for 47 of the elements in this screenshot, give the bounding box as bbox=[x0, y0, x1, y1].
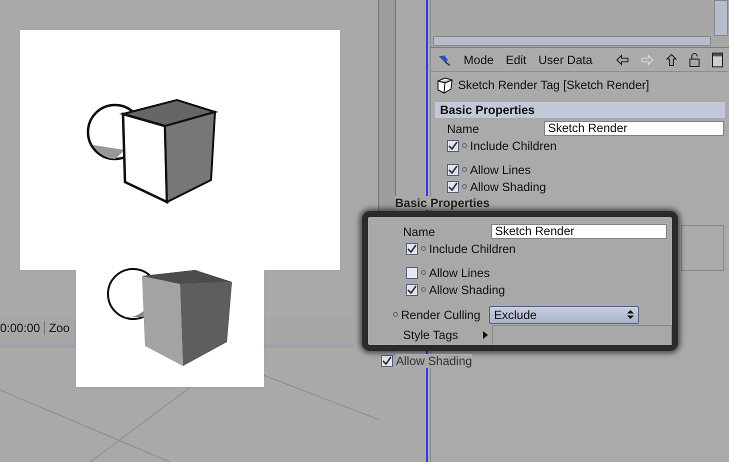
tag-title: Sketch Render Tag [Sketch Render] bbox=[458, 78, 650, 92]
style-tags-label: Style Tags bbox=[403, 328, 460, 342]
checkbox[interactable] bbox=[381, 354, 393, 366]
checkbox[interactable] bbox=[406, 266, 418, 278]
menu-item[interactable]: Edit bbox=[506, 52, 526, 66]
checkbox[interactable] bbox=[406, 284, 418, 296]
keyframe-dot-icon[interactable] bbox=[393, 312, 398, 317]
pin-icon[interactable] bbox=[437, 52, 452, 66]
updown-caret-icon bbox=[627, 310, 634, 319]
horizontal-scrollbar[interactable] bbox=[433, 36, 711, 46]
window-icon[interactable] bbox=[712, 52, 723, 68]
section-header: Basic Properties bbox=[435, 102, 725, 118]
option-label: Allow Lines bbox=[470, 162, 531, 176]
expand-arrow-icon[interactable] bbox=[483, 330, 488, 338]
name-field[interactable]: Sketch Render bbox=[491, 224, 667, 239]
zoom-label: Zoo bbox=[49, 321, 70, 335]
option-label: Allow Shading bbox=[470, 180, 546, 194]
render-culling-label: Render Culling bbox=[401, 308, 482, 322]
cube-icon bbox=[436, 76, 454, 94]
keyframe-dot-icon[interactable] bbox=[421, 270, 426, 275]
section-header: Basic Properties bbox=[395, 196, 490, 210]
keyframe-dot-icon[interactable] bbox=[421, 287, 426, 292]
name-label: Name bbox=[403, 224, 436, 238]
culling-dropdown[interactable]: Exclude bbox=[489, 306, 639, 324]
checkbox[interactable] bbox=[447, 140, 459, 152]
style-tags-box bbox=[681, 225, 724, 271]
keyframe-dot-icon[interactable] bbox=[462, 167, 467, 172]
time-display: 0:00:00 bbox=[0, 321, 40, 335]
keyframe-dot-icon[interactable] bbox=[462, 143, 467, 148]
option-label: Include Children bbox=[429, 242, 516, 256]
checkbox[interactable] bbox=[447, 180, 459, 192]
menu-item[interactable]: Mode bbox=[464, 52, 494, 66]
keyframe-dot-icon[interactable] bbox=[421, 246, 426, 251]
option-label: Allow Shading bbox=[396, 354, 472, 368]
option-label: Include Children bbox=[470, 138, 557, 152]
option-label: Allow Lines bbox=[429, 266, 490, 280]
checkbox[interactable] bbox=[447, 164, 459, 176]
vertical-scrollbar[interactable] bbox=[714, 0, 728, 36]
option-label: Allow Shading bbox=[429, 282, 506, 296]
name-label: Name bbox=[447, 122, 480, 136]
up-arrow-icon[interactable] bbox=[666, 52, 678, 66]
back-arrow-icon[interactable] bbox=[616, 54, 630, 66]
keyframe-dot-icon[interactable] bbox=[462, 184, 467, 189]
lock-icon[interactable] bbox=[689, 52, 700, 68]
name-field[interactable]: Sketch Render bbox=[544, 121, 724, 136]
checkbox[interactable] bbox=[406, 242, 418, 254]
menu-item[interactable]: User Data bbox=[538, 52, 592, 66]
